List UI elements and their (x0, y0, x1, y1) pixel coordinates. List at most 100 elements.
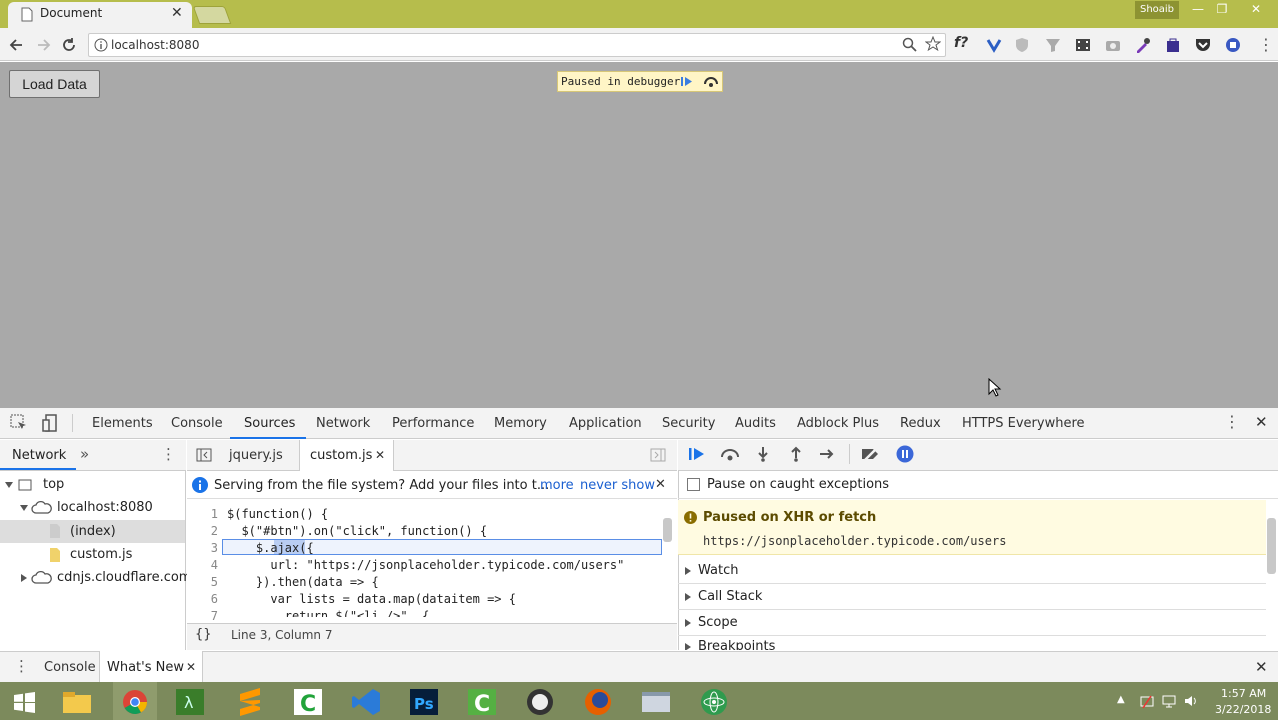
step-icon[interactable] (819, 446, 837, 462)
tree-item-cdnjs[interactable]: cdnjs.cloudflare.com (57, 570, 191, 585)
terminal-lambda-icon[interactable]: λ (170, 686, 210, 718)
drawer-close-icon[interactable]: ✕ (1255, 658, 1268, 676)
forward-icon[interactable] (34, 36, 52, 54)
device-toolbar-icon[interactable] (42, 414, 60, 432)
tab-sources[interactable]: Sources (244, 416, 295, 431)
extension-circle-icon[interactable] (1224, 36, 1242, 54)
c-ide-icon[interactable]: C (288, 686, 328, 718)
bookmark-star-icon[interactable] (925, 36, 941, 52)
tray-volume-icon[interactable] (1183, 693, 1199, 709)
section-call-stack[interactable]: Call Stack (698, 589, 762, 604)
desktop-app-icon[interactable] (636, 686, 676, 718)
code-editor-c-icon[interactable]: C (462, 686, 502, 718)
resume-icon[interactable] (680, 75, 694, 88)
camera-icon[interactable] (1104, 36, 1122, 54)
tab-redux[interactable]: Redux (900, 416, 941, 431)
eyedropper-icon[interactable] (1134, 36, 1152, 54)
sublime-text-icon[interactable] (230, 686, 270, 718)
tray-time[interactable]: 1:57 AM (1221, 687, 1266, 700)
section-scope[interactable]: Scope (698, 615, 738, 630)
tab-performance[interactable]: Performance (392, 416, 474, 431)
tree-item-top[interactable]: top (43, 477, 64, 492)
restore-icon[interactable]: ❐ (1212, 2, 1232, 20)
infobar-close-icon[interactable]: ✕ (655, 477, 666, 492)
editor-scrollbar[interactable] (663, 518, 672, 542)
editor-tab-close-icon[interactable]: ✕ (375, 448, 385, 462)
section-watch[interactable]: Watch (698, 563, 738, 578)
github-icon[interactable] (520, 686, 560, 718)
tab-security[interactable]: Security (662, 416, 715, 431)
atom-icon[interactable] (694, 686, 734, 718)
step-out-icon[interactable] (788, 446, 804, 462)
navigator-menu-icon[interactable]: ⋮ (161, 445, 176, 463)
drawer-tab-close-icon[interactable]: ✕ (186, 660, 196, 674)
minimize-icon[interactable]: — (1188, 2, 1208, 20)
tab-close-icon[interactable]: ✕ (171, 5, 183, 21)
shield-icon[interactable] (1013, 36, 1031, 54)
tree-item-custom-js[interactable]: custom.js (70, 547, 132, 562)
tab-audits[interactable]: Audits (735, 416, 776, 431)
editor-tab-jquery[interactable]: jquery.js (229, 448, 283, 463)
sidebar-scrollbar[interactable] (1267, 518, 1276, 574)
infobar-never-show-link[interactable]: never show (580, 478, 655, 493)
navigator-tab-network[interactable]: Network (12, 448, 66, 463)
drawer-tab-console[interactable]: Console (44, 660, 96, 675)
section-breakpoints[interactable]: Breakpoints (698, 639, 775, 650)
collapsed-arrow-icon[interactable] (684, 642, 693, 650)
tab-adblock-plus[interactable]: Adblock Plus (797, 416, 879, 431)
tab-application[interactable]: Application (569, 416, 642, 431)
deactivate-breakpoints-icon[interactable] (860, 446, 882, 462)
tab-memory[interactable]: Memory (494, 416, 547, 431)
tab-network[interactable]: Network (316, 416, 370, 431)
step-over-icon[interactable] (720, 446, 740, 462)
extension-v-icon[interactable] (985, 36, 1003, 54)
file-explorer-icon[interactable] (57, 686, 97, 718)
zoom-icon[interactable] (902, 37, 917, 52)
pocket-icon[interactable] (1194, 36, 1212, 54)
step-over-icon[interactable] (703, 75, 719, 88)
drawer-tab-whats-new[interactable]: What's New (107, 660, 184, 675)
tray-monitor-icon[interactable] (1161, 693, 1177, 709)
address-bar[interactable] (88, 33, 946, 57)
vscode-icon[interactable] (347, 686, 387, 718)
firefox-icon[interactable] (578, 686, 618, 718)
step-into-icon[interactable] (755, 446, 771, 462)
bag-icon[interactable] (1164, 36, 1182, 54)
expand-arrow-icon[interactable] (19, 503, 29, 513)
tab-console[interactable]: Console (171, 416, 223, 431)
filter-icon[interactable] (1044, 36, 1062, 54)
collapsed-arrow-icon[interactable] (19, 573, 29, 583)
expand-arrow-icon[interactable] (4, 480, 14, 490)
formula-extension-icon[interactable]: f? (954, 35, 968, 51)
resume-icon[interactable] (688, 446, 706, 462)
pause-on-exceptions-icon[interactable] (896, 445, 914, 463)
film-icon[interactable] (1074, 36, 1092, 54)
pretty-print-icon[interactable]: {} (195, 627, 212, 642)
collapsed-arrow-icon[interactable] (684, 566, 693, 576)
tab-elements[interactable]: Elements (92, 416, 153, 431)
photoshop-icon[interactable]: Ps (404, 686, 444, 718)
profile-button[interactable]: Shoaib (1135, 1, 1179, 19)
devtools-close-icon[interactable]: ✕ (1255, 413, 1268, 431)
drawer-menu-icon[interactable]: ⋮ (14, 657, 29, 675)
editor-tab-custom-js[interactable]: custom.js (310, 448, 372, 463)
new-tab-button[interactable] (192, 6, 232, 24)
devtools-menu-icon[interactable]: ⋮ (1224, 412, 1240, 431)
inspect-element-icon[interactable] (10, 414, 28, 432)
tab-https-everywhere[interactable]: HTTPS Everywhere (962, 416, 1085, 431)
menu-kebab-icon[interactable]: ⋮ (1258, 35, 1274, 54)
pause-caught-checkbox[interactable] (687, 478, 700, 491)
toggle-debugger-icon[interactable] (650, 447, 666, 463)
windows-start-icon[interactable] (4, 686, 44, 718)
tray-date[interactable]: 3/22/2018 (1215, 703, 1271, 716)
reload-icon[interactable] (60, 36, 78, 54)
load-data-button[interactable]: Load Data (9, 70, 100, 98)
tree-item-localhost[interactable]: localhost:8080 (57, 500, 153, 515)
toggle-navigator-icon[interactable] (196, 447, 212, 463)
tray-network-icon[interactable] (1139, 693, 1155, 709)
close-window-icon[interactable]: ✕ (1246, 2, 1266, 20)
collapsed-arrow-icon[interactable] (684, 592, 693, 602)
collapsed-arrow-icon[interactable] (684, 618, 693, 628)
tree-item-index[interactable]: (index) (70, 524, 116, 539)
tray-chevron-icon[interactable]: ▲ (1117, 694, 1125, 705)
